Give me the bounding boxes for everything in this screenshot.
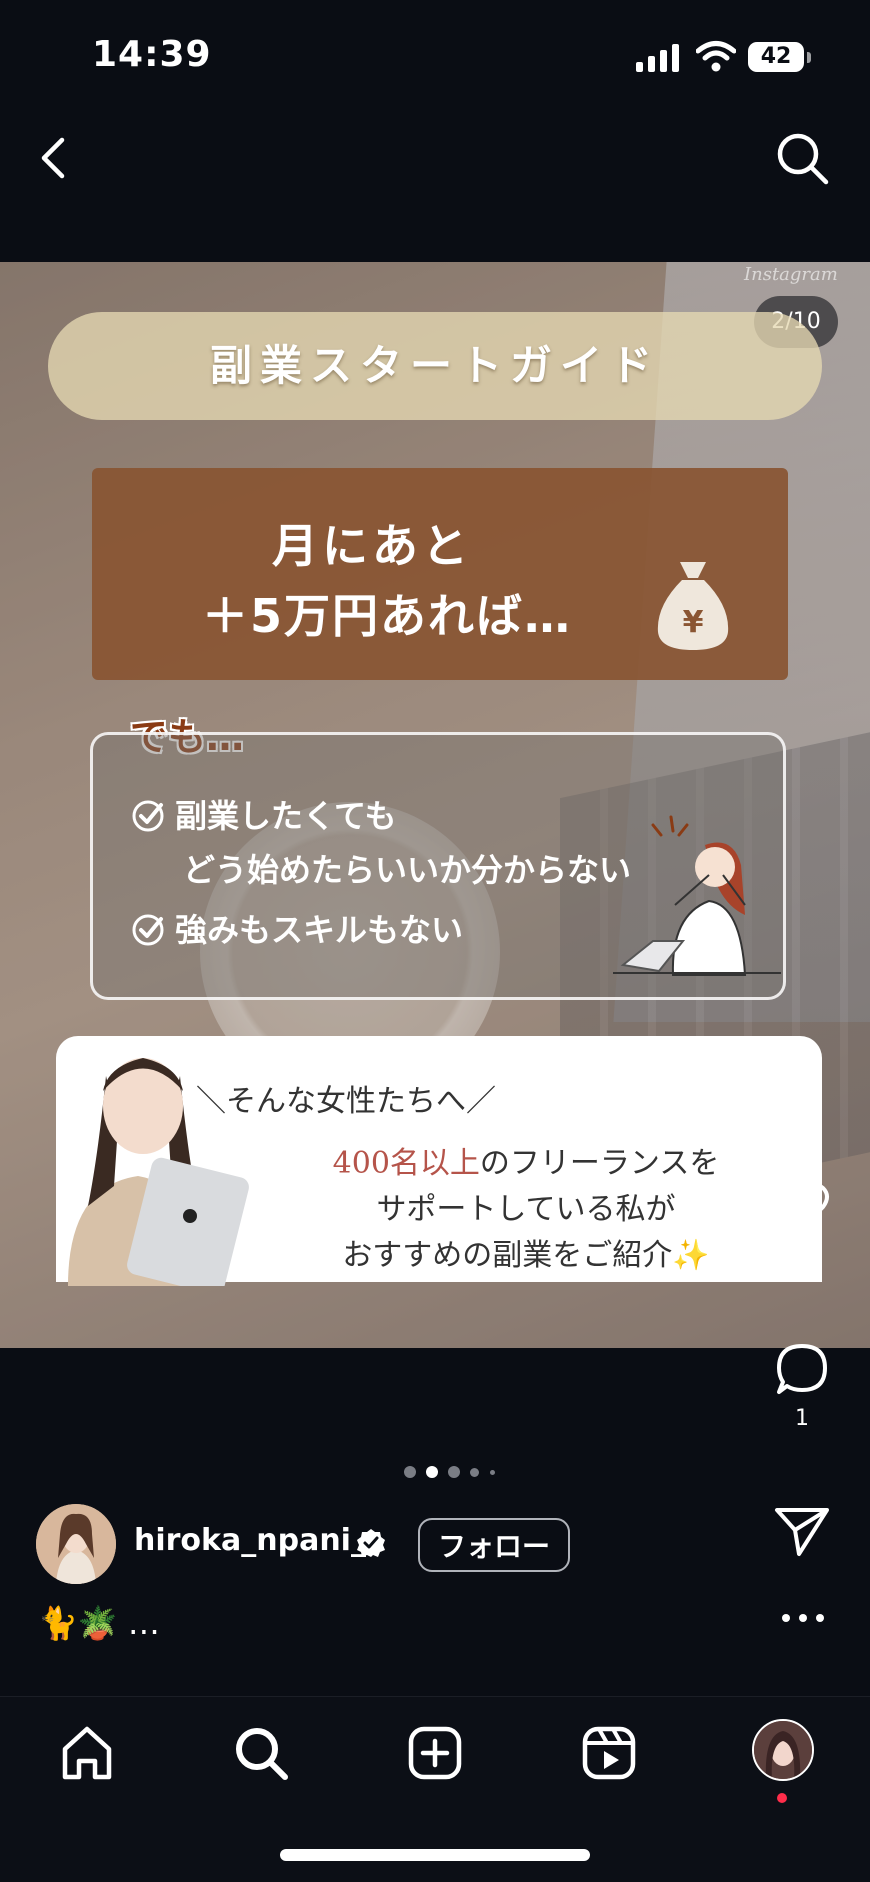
intro-line-2: サポートしている私が <box>376 1192 676 1227</box>
bottom-tab-bar <box>0 1696 870 1882</box>
battery-indicator: 42 <box>748 42 804 72</box>
battery-tip <box>807 52 811 63</box>
post-caption[interactable]: 🐈🪴 … <box>38 1604 160 1642</box>
like-action[interactable]: 266 <box>772 1178 832 1269</box>
instagram-post-screen: 14:39 42 Instagram 2/10 副業スタートガイド 月にあと <box>0 0 870 1882</box>
verified-badge-icon <box>357 1529 385 1557</box>
heart-icon[interactable] <box>773 1178 831 1236</box>
tab-profile-avatar[interactable] <box>752 1719 814 1781</box>
author-avatar[interactable] <box>36 1504 116 1584</box>
carousel-dot <box>448 1466 460 1478</box>
status-bar: 14:39 42 <box>0 0 870 110</box>
headline-box: 月にあと ＋5万円あれば… ¥ <box>92 468 788 680</box>
profile-avatar-image <box>754 1721 812 1779</box>
intro-card: ＼そんな女性たちへ／ 400名以上のフリーランスを サポートしている私が おすす… <box>56 1036 822 1286</box>
wifi-icon <box>696 41 736 72</box>
tab-reels[interactable] <box>579 1723 639 1783</box>
check-circle-icon <box>132 914 164 946</box>
worry-item-1-continued: どう始めたらいいか分からない <box>183 851 632 889</box>
search-icon[interactable] <box>231 1723 291 1783</box>
author-avatar-image <box>36 1504 116 1584</box>
slide-title: 副業スタートガイド <box>48 312 822 420</box>
notification-dot <box>777 1793 787 1803</box>
status-time: 14:39 <box>92 34 212 75</box>
home-indicator <box>280 1849 590 1861</box>
headline-line-2: ＋5万円あれば… <box>202 589 573 643</box>
comment-action[interactable]: 1 <box>772 1340 832 1431</box>
worry-item-2-text: 強みもスキルもない <box>175 911 464 949</box>
money-bag-icon: ¥ <box>657 562 729 650</box>
instagram-watermark: Instagram <box>744 264 838 285</box>
headline-line-1: 月にあと <box>272 519 472 573</box>
tab-home[interactable] <box>57 1723 117 1783</box>
tab-create[interactable] <box>405 1723 465 1783</box>
follow-button[interactable]: フォロー <box>418 1518 570 1572</box>
signal-icon <box>636 44 679 72</box>
worried-woman-illustration <box>613 815 781 976</box>
carousel-dot <box>404 1466 416 1478</box>
carousel-dot-active <box>426 1466 438 1478</box>
check-circle-icon <box>132 800 164 832</box>
carousel-dots <box>404 1462 514 1478</box>
comment-bubble-icon[interactable] <box>773 1340 831 1398</box>
carousel-dot <box>470 1468 479 1477</box>
author-photo-with-laptop <box>68 1058 249 1286</box>
intro-line-3: おすすめの副業をご紹介✨ <box>226 1230 826 1274</box>
home-icon[interactable] <box>57 1723 117 1783</box>
create-plus-icon[interactable] <box>405 1723 465 1783</box>
more-options-icon[interactable] <box>778 1606 828 1630</box>
svg-text:¥: ¥ <box>683 605 704 640</box>
intro-heading: ＼そんな女性たちへ／ <box>196 1084 496 1119</box>
intro-line-1: 400名以上のフリーランスを <box>226 1138 826 1182</box>
worry-list-box: 副業したくても どう始めたらいいか分からない 強みもスキルもない <box>90 732 786 1000</box>
like-count: 266 <box>781 1244 823 1269</box>
comment-count: 1 <box>795 1406 809 1431</box>
author-username[interactable]: hiroka_npani_ <box>134 1523 366 1558</box>
share-action[interactable] <box>772 1502 832 1564</box>
intro-highlight: 400名以上 <box>332 1146 480 1181</box>
carousel-dot <box>490 1470 495 1475</box>
tab-search[interactable] <box>231 1723 291 1783</box>
search-icon[interactable] <box>774 130 830 186</box>
intro-line-1-rest: のフリーランスを <box>479 1146 720 1181</box>
worry-item-1: 副業したくても <box>131 791 396 837</box>
sparkle-emoji: ✨ <box>672 1238 710 1273</box>
back-chevron-icon[interactable] <box>34 130 74 186</box>
worry-item-2: 強みもスキルもない <box>131 905 463 951</box>
worry-item-1-text: 副業したくても <box>175 797 397 835</box>
reels-icon[interactable] <box>579 1723 639 1783</box>
intro-line-3-text: おすすめの副業をご紹介 <box>342 1238 673 1273</box>
send-paper-plane-icon[interactable] <box>773 1502 831 1560</box>
